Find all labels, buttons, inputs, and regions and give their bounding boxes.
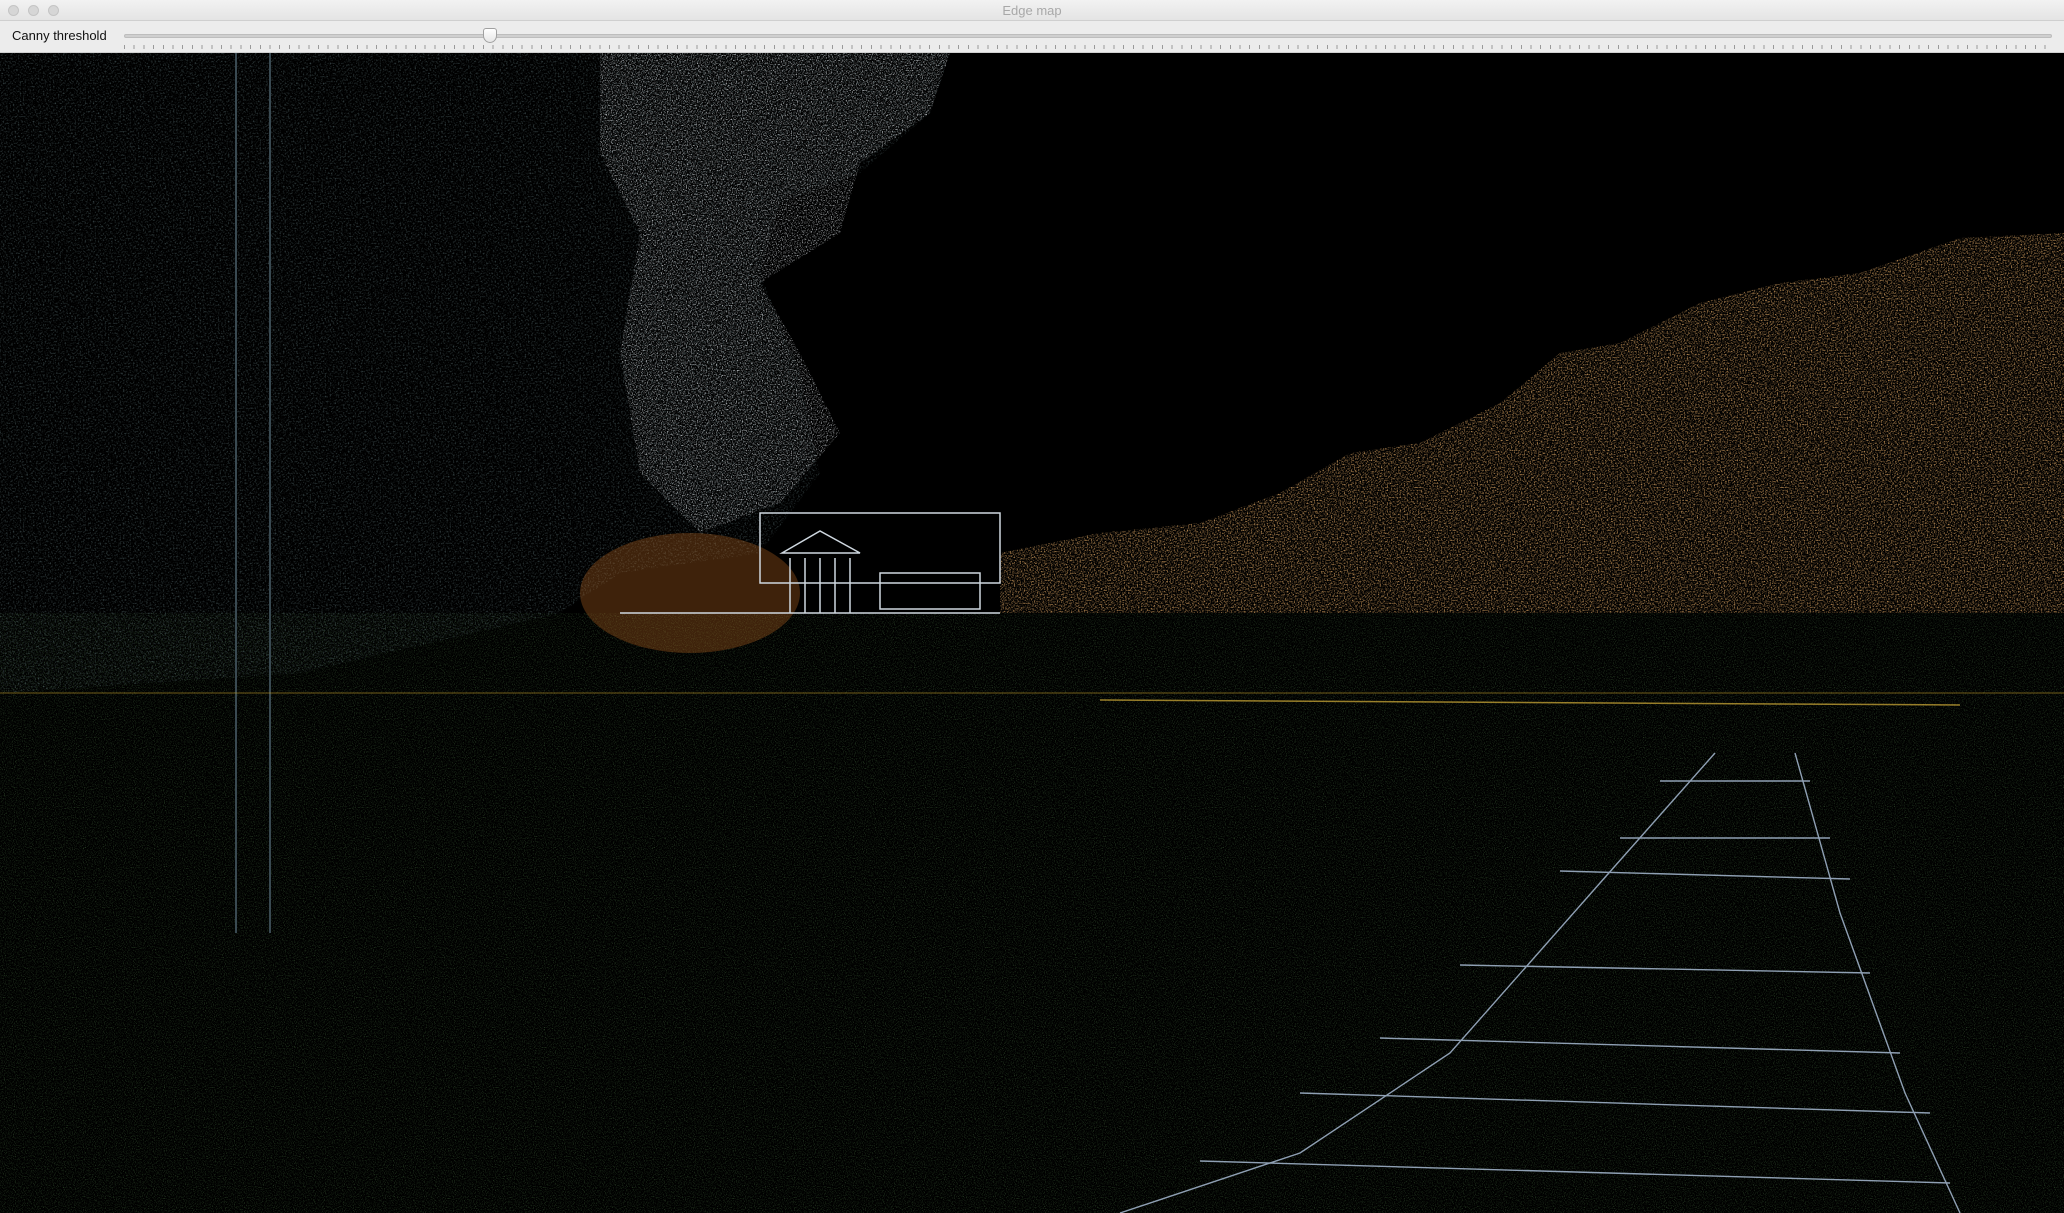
canny-threshold-slider-track[interactable] [124,34,2052,38]
edge-map-window: Edge map Canny threshold [0,0,2064,1213]
slider-ticks [124,45,2052,49]
trackbar-row: Canny threshold [0,21,2064,53]
title-bar: Edge map [0,0,2064,21]
edge-map-canvas [0,53,2064,1213]
canny-threshold-label: Canny threshold [12,28,107,43]
edge-map-image [0,53,2064,1213]
window-title: Edge map [1002,3,1062,18]
canny-threshold-slider-thumb[interactable] [483,28,498,43]
